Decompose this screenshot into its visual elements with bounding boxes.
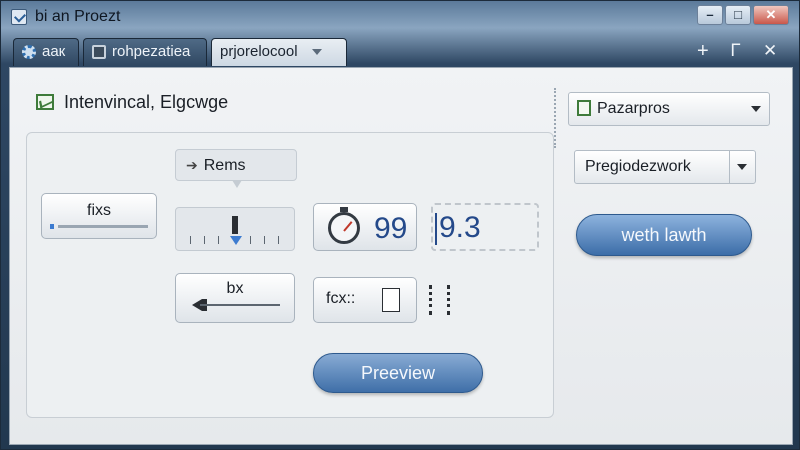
callout-label: Rems xyxy=(203,157,246,174)
gear-icon xyxy=(22,45,36,60)
app-window: bi an Proezt – □ ✕ aaк rohpezatiea prjor… xyxy=(0,0,800,450)
arrow-right-icon: ➔ xyxy=(186,157,198,173)
maximize-button[interactable]: □ xyxy=(725,5,751,25)
chart-icon xyxy=(36,94,54,110)
slider-tick xyxy=(204,236,205,244)
app-check-icon xyxy=(11,9,27,25)
gauge-button[interactable]: 99 xyxy=(313,203,417,251)
split-view-icon[interactable]: Ꮁ xyxy=(731,41,741,61)
close-button[interactable]: ✕ xyxy=(753,5,789,25)
separator-dots xyxy=(429,285,432,315)
vertical-divider xyxy=(554,88,556,148)
dropdown-split xyxy=(729,151,730,183)
tab-label: rohpezatiea xyxy=(112,43,191,60)
fixs-indicator xyxy=(50,224,54,229)
chevron-down-icon xyxy=(751,106,761,112)
fixs-button[interactable]: fixs xyxy=(41,193,157,239)
dropdown-value: Pazarpros xyxy=(597,100,670,117)
fcx-button[interactable]: fcx:: xyxy=(313,277,417,323)
stopwatch-icon xyxy=(328,207,360,244)
value-slider[interactable] xyxy=(175,207,295,251)
rems-callout[interactable]: ➔ Rems xyxy=(175,149,297,188)
readout-value: 9.3 xyxy=(439,211,481,244)
fcx-label: fcx:: xyxy=(326,290,356,307)
preview-button[interactable]: Preeview xyxy=(313,353,483,393)
slider-thumb[interactable] xyxy=(232,216,238,234)
slider-pointer-icon xyxy=(230,236,242,245)
separator-dots xyxy=(447,285,450,315)
tab-strip: aaк rohpezatiea prjorelocool + Ꮁ ✕ xyxy=(1,33,800,69)
window-title: bi an Proezt xyxy=(35,8,121,25)
bx-button[interactable]: bx xyxy=(175,273,295,323)
main-content: Intenvincal, Elgcwge fixs ➔ Rems 99 9.3 … xyxy=(9,67,793,445)
slider-tick xyxy=(278,236,279,244)
value-readout[interactable]: 9.3 xyxy=(431,203,539,251)
page-title: Intenvincal, Elgcwge xyxy=(64,92,229,112)
tab-label: prjorelocool xyxy=(220,43,298,60)
page-header: Intenvincal, Elgcwge xyxy=(36,92,228,113)
fixs-label: fixs xyxy=(87,202,111,219)
dropdown-value: Pregiodezwork xyxy=(585,158,691,175)
slider-tick xyxy=(190,236,191,244)
slider-tick xyxy=(264,236,265,244)
callout-pointer xyxy=(232,180,242,188)
tab-label: aaк xyxy=(42,43,66,60)
chevron-down-icon xyxy=(311,49,322,56)
checkbox-icon xyxy=(382,288,400,312)
fixs-bar xyxy=(58,225,148,228)
slider-tick xyxy=(218,236,219,244)
text-caret xyxy=(435,213,437,245)
bx-label: bx xyxy=(226,280,244,297)
add-tab-icon[interactable]: + xyxy=(697,41,709,61)
pazarpros-dropdown[interactable]: Pazarpros xyxy=(568,92,770,126)
bx-track xyxy=(200,304,280,306)
close-tab-icon[interactable]: ✕ xyxy=(763,41,777,61)
controls-panel: fixs ➔ Rems 99 9.3 bx fcx:: Preeview xyxy=(26,132,554,418)
document-icon xyxy=(92,45,106,60)
tab-prjorelocool[interactable]: prjorelocool xyxy=(211,38,347,66)
title-bar: bi an Proezt – □ ✕ xyxy=(1,1,800,33)
pregiodezwork-dropdown[interactable]: Pregiodezwork xyxy=(574,150,756,184)
slider-tick xyxy=(250,236,251,244)
chevron-down-icon xyxy=(737,164,747,170)
sheet-icon xyxy=(577,100,591,116)
gauge-value: 99 xyxy=(374,212,408,245)
tab-rohpezatiea[interactable]: rohpezatiea xyxy=(83,38,207,66)
weth-lawth-button[interactable]: weth lawth xyxy=(576,214,752,256)
tab-aak[interactable]: aaк xyxy=(13,38,79,66)
minimize-button[interactable]: – xyxy=(697,5,723,25)
